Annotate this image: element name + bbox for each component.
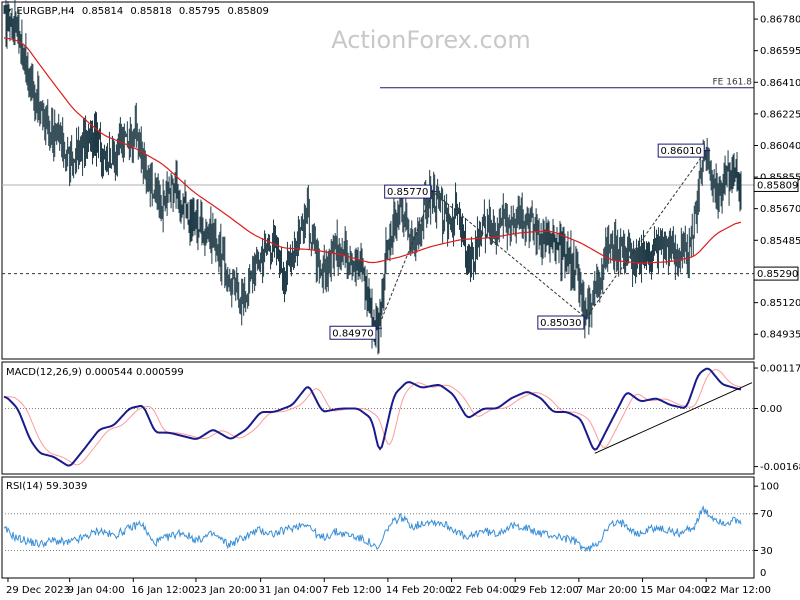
rsi-tick-label: 100 (760, 482, 779, 493)
time-tick-label: 23 Jan 20:00 (194, 585, 257, 596)
price-header: ▼ EURGBP,H4 0.85814 0.85818 0.85795 0.85… (5, 6, 269, 17)
rsi-tick-label: 70 (760, 509, 773, 520)
swing-label-4: 0.86010 (657, 143, 711, 158)
time-tick-label: 14 Feb 20:00 (386, 585, 452, 596)
price-tick-label: 0.86410 (760, 78, 800, 89)
current-price-tag: 0.85809 (753, 177, 799, 192)
price-tick-label: 0.85120 (760, 298, 800, 309)
fe-line-label: FE 161.8 (713, 78, 753, 88)
time-tick-label: 31 Jan 04:00 (259, 585, 322, 596)
swing-label-text: 0.84970 (332, 328, 373, 339)
swing-label-2: 0.85770 (384, 184, 437, 199)
price-tick-label: 0.85485 (760, 236, 800, 247)
price-tick-label: 0.86040 (760, 141, 800, 152)
price-tick-label: 0.86595 (760, 46, 800, 57)
time-tick-label: 15 Mar 04:00 (641, 585, 708, 596)
macd-tick-label: 0.001175 (760, 364, 800, 375)
macd-header: MACD(12,26,9) 0.000544 0.000599 (6, 367, 184, 378)
rsi-panel: RSI(14) 59.3039 100 70 30 0 (1, 476, 779, 579)
macd-tick-label: 0.00 (760, 404, 782, 415)
price-tick-label: 0.86780 (760, 15, 800, 26)
price-tick-label: 0.84935 (760, 330, 800, 341)
time-tick-label: 22 Feb 04:00 (450, 585, 516, 596)
swing-label-text: 0.85770 (387, 187, 428, 198)
time-tick-label: 7 Mar 20:00 (577, 585, 637, 596)
rsi-tick-label: 0 (760, 568, 766, 579)
rsi-tick-label: 30 (760, 546, 773, 557)
watermark: ActionForex.com (331, 26, 531, 54)
time-tick-label: 29 Dec 2023 (6, 585, 70, 596)
price-tick-label: 0.86225 (760, 109, 800, 120)
price-tick-label: 0.85670 (760, 204, 800, 215)
swing-label-text: 0.85030 (540, 318, 581, 329)
price-panel: ActionForex.com ▼ EURGBP,H4 0.85814 0.85… (1, 0, 800, 360)
time-tick-label: 22 Mar 12:00 (704, 585, 771, 596)
support-price-tag: 0.85290 (753, 266, 799, 281)
macd-panel: MACD(12,26,9) 0.000544 0.000599 0.001175… (1, 361, 800, 475)
time-tick-label: 7 Feb 12:00 (322, 585, 381, 596)
time-tick-label: 29 Feb 12:00 (513, 585, 579, 596)
support-price-label: 0.85290 (757, 269, 798, 280)
current-price-label: 0.85809 (757, 180, 798, 191)
swing-label-3: 0.85030 (537, 315, 590, 330)
header-symbol: ▼ EURGBP,H4 0.85814 0.85818 0.85795 0.85… (5, 6, 269, 17)
macd-tick-label: -0.001685 (760, 462, 800, 473)
time-tick-label: 9 Jan 04:00 (68, 585, 125, 596)
eurgbp-chart: ActionForex.com ▼ EURGBP,H4 0.85814 0.85… (0, 0, 800, 600)
swing-label-1: 0.84970 (329, 325, 382, 340)
swing-label-text: 0.86010 (661, 146, 702, 157)
rsi-header: RSI(14) 59.3039 (6, 481, 87, 492)
time-tick-label: 16 Jan 12:00 (131, 585, 194, 596)
